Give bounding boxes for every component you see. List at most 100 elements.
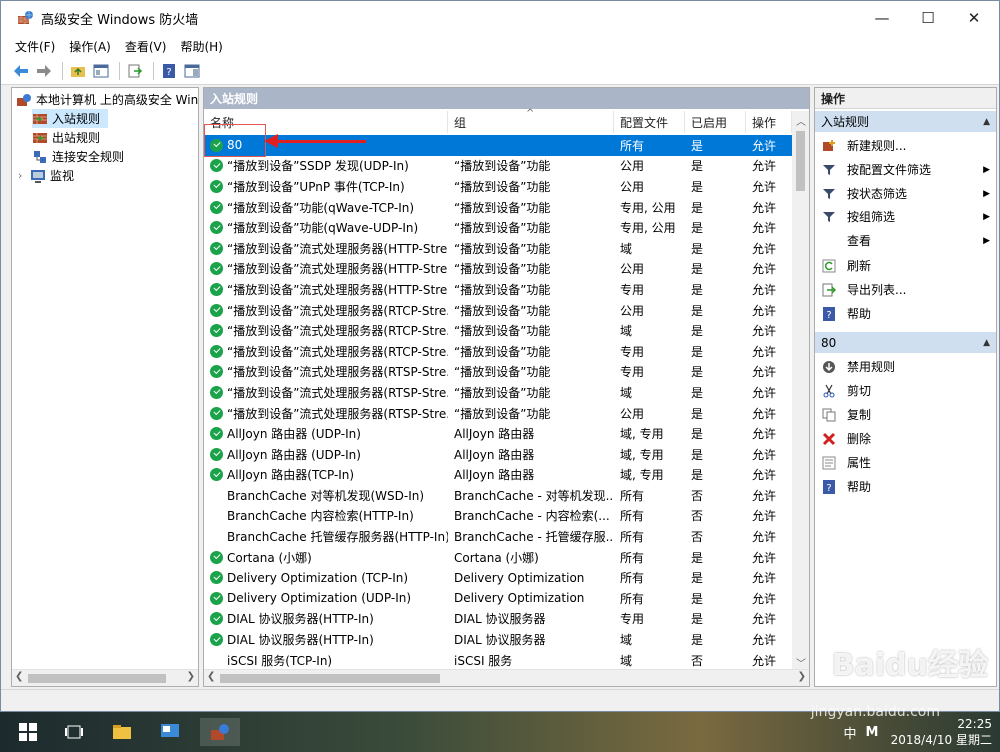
column-header-action[interactable]: 操作: [746, 111, 792, 133]
scroll-right-icon[interactable]: ❯: [798, 671, 806, 682]
up-folder-button[interactable]: [68, 61, 88, 81]
new-rule-action[interactable]: 新建规则...: [815, 134, 996, 157]
action-label: 查看: [847, 234, 872, 248]
rule-row[interactable]: DIAL 协议服务器(HTTP-In) DIAL 协议服务器 专用 是 允许: [204, 609, 792, 630]
export-list-action[interactable]: 导出列表...: [815, 278, 996, 301]
rule-row[interactable]: BranchCache 内容检索(HTTP-In) BranchCache - 内…: [204, 506, 792, 527]
list-vertical-scrollbar[interactable]: ︿ ﹀: [792, 111, 809, 671]
rule-row[interactable]: Delivery Optimization (UDP-In) Delivery O…: [204, 588, 792, 609]
filter-by-state-action[interactable]: 按状态筛选 ▶: [815, 182, 996, 205]
rule-row[interactable]: 80 所有是允许: [204, 135, 792, 156]
column-header-profile[interactable]: 配置文件: [614, 111, 685, 133]
action-label: 剪切: [847, 384, 872, 398]
help-action[interactable]: ? 帮助: [815, 475, 996, 498]
system-clock[interactable]: 22:25 2018/4/10 星期二: [891, 716, 992, 748]
rule-row[interactable]: “播放到设备”流式处理服务器(HTTP-Stre... “播放到设备”功能 域 是 允许: [204, 238, 792, 259]
expand-chevron-icon[interactable]: ›: [18, 169, 30, 182]
copy-action[interactable]: 复制: [815, 403, 996, 426]
scroll-up-icon[interactable]: ︿: [796, 113, 806, 128]
cell-group-text: “播放到设备”功能: [454, 344, 551, 359]
cut-action[interactable]: 剪切: [815, 379, 996, 402]
tree-item-connection-security-rules[interactable]: 连接安全规则: [32, 147, 172, 166]
scroll-down-icon[interactable]: ﹀: [796, 655, 806, 670]
scrollbar-thumb[interactable]: [796, 131, 805, 191]
menu-file[interactable]: 文件(F): [15, 38, 55, 55]
scrollbar-thumb[interactable]: [28, 674, 166, 683]
control-panel-icon: [161, 724, 179, 737]
title-bar[interactable]: 高级安全 Windows 防火墙 — ☐ ✕: [1, 1, 999, 35]
export-list-button[interactable]: [125, 61, 145, 81]
rule-row[interactable]: “播放到设备”SSDP 发现(UDP-In) “播放到设备”功能 公用 是 允许: [204, 156, 792, 177]
help-action[interactable]: ? 帮助: [815, 302, 996, 325]
rule-row[interactable]: “播放到设备”流式处理服务器(RTSP-Stre... “播放到设备”功能 专用 是 允…: [204, 362, 792, 383]
rule-row[interactable]: Delivery Optimization (TCP-In) Delivery O…: [204, 567, 792, 588]
cell-enabled: 否: [691, 506, 747, 527]
scroll-left-icon[interactable]: ❮: [207, 671, 215, 682]
scroll-left-icon[interactable]: ❮: [15, 671, 23, 682]
maximize-button[interactable]: ☐: [905, 1, 951, 35]
rule-row[interactable]: iSCSI 服务(TCP-In) iSCSI 服务 域 否 允许: [204, 650, 792, 671]
actions-section-selected-rule[interactable]: 80 ▲: [815, 332, 996, 353]
cell-action: 允许: [752, 403, 792, 424]
menu-action[interactable]: 操作(A): [69, 38, 111, 55]
minimize-button[interactable]: —: [859, 1, 905, 35]
rule-row[interactable]: “播放到设备”功能(qWave-UDP-In) “播放到设备”功能 专用, 公用是 允…: [204, 217, 792, 238]
start-button[interactable]: [14, 718, 42, 746]
rule-row[interactable]: “播放到设备”流式处理服务器(HTTP-Stre... “播放到设备”功能 公用 是 允…: [204, 259, 792, 280]
menu-view[interactable]: 查看(V): [125, 38, 167, 55]
tree-root-local-computer[interactable]: 本地计算机 上的高级安全 Windows: [16, 90, 198, 109]
menu-help[interactable]: 帮助(H): [180, 38, 222, 55]
language-indicator[interactable]: M: [858, 718, 886, 746]
collapse-caret-icon[interactable]: ▲: [983, 338, 990, 348]
collapse-caret-icon[interactable]: ▲: [983, 117, 990, 127]
tree-item-outbound-rules[interactable]: 出站规则: [32, 128, 132, 147]
column-header-enabled[interactable]: 已启用: [685, 111, 746, 133]
control-panel-button[interactable]: [156, 718, 184, 746]
forward-button[interactable]: [34, 61, 54, 81]
toolbar-separator: [119, 61, 120, 80]
filter-by-profile-action[interactable]: 按配置文件筛选 ▶: [815, 158, 996, 181]
filter-by-group-action[interactable]: 按组筛选 ▶: [815, 205, 996, 228]
close-button[interactable]: ✕: [951, 1, 997, 35]
disable-rule-action[interactable]: 禁用规则: [815, 355, 996, 378]
tree-horizontal-scrollbar[interactable]: ❮ ❯: [12, 669, 198, 686]
scrollbar-thumb[interactable]: [220, 674, 440, 683]
rule-row[interactable]: BranchCache 对等机发现(WSD-In) BranchCache - 对…: [204, 485, 792, 506]
rule-row[interactable]: “播放到设备”流式处理服务器(RTCP-Stre... “播放到设备”功能 公用 是 允…: [204, 300, 792, 321]
cell-name: “播放到设备”流式处理服务器(RTSP-Stre...: [210, 382, 448, 403]
rule-row[interactable]: “播放到设备”功能(qWave-TCP-In) “播放到设备”功能 专用, 公用是 允…: [204, 197, 792, 218]
rule-row[interactable]: AllJoyn 路由器 (UDP-In) AllJoyn 路由器 域, 专用 是 允许: [204, 444, 792, 465]
actions-section-inbound-rules[interactable]: 入站规则 ▲: [815, 111, 996, 132]
file-explorer-button[interactable]: [108, 718, 136, 746]
rule-row[interactable]: “播放到设备”流式处理服务器(RTSP-Stre... “播放到设备”功能 域 是 允许: [204, 382, 792, 403]
rule-row[interactable]: AllJoyn 路由器(TCP-In) AllJoyn 路由器 域, 专用 是 允许: [204, 465, 792, 486]
properties-action[interactable]: 属性: [815, 451, 996, 474]
back-button[interactable]: [11, 61, 31, 81]
refresh-action[interactable]: 刷新: [815, 254, 996, 277]
rule-row[interactable]: “播放到设备”UPnP 事件(TCP-In) “播放到设备”功能 公用 是 允许: [204, 176, 792, 197]
view-action[interactable]: 查看 ▶: [815, 229, 996, 252]
list-horizontal-scrollbar[interactable]: ❮ ❯: [204, 669, 809, 686]
show-action-pane-button[interactable]: [182, 61, 202, 81]
rule-row[interactable]: “播放到设备”流式处理服务器(HTTP-Stre... “播放到设备”功能 专用 是 允…: [204, 279, 792, 300]
enabled-check-icon: [210, 550, 223, 564]
rule-row[interactable]: DIAL 协议服务器(HTTP-In) DIAL 协议服务器 域 是 允许: [204, 629, 792, 650]
cell-name: AllJoyn 路由器 (UDP-In): [210, 423, 448, 444]
cell-name-text: “播放到设备”流式处理服务器(RTCP-Stre...: [227, 324, 448, 339]
delete-action[interactable]: 删除: [815, 427, 996, 450]
tree-item-monitoring[interactable]: › 监视: [18, 166, 118, 185]
rule-row[interactable]: “播放到设备”流式处理服务器(RTSP-Stre... “播放到设备”功能 公用 是 允…: [204, 403, 792, 424]
firewall-taskbar-button[interactable]: [200, 718, 240, 746]
rule-row[interactable]: “播放到设备”流式处理服务器(RTCP-Stre... “播放到设备”功能 域 是 允许: [204, 320, 792, 341]
help-button[interactable]: ?: [159, 61, 179, 81]
cell-action-text: 允许: [752, 447, 777, 462]
task-view-button[interactable]: [60, 718, 88, 746]
rule-row[interactable]: BranchCache 托管缓存服务器(HTTP-In) BranchCache …: [204, 526, 792, 547]
tree-root-label: 本地计算机 上的高级安全 Windows: [36, 93, 198, 107]
tree-item-inbound-rules[interactable]: 入站规则: [32, 109, 108, 128]
rule-row[interactable]: “播放到设备”流式处理服务器(RTCP-Stre... “播放到设备”功能 专用 是 允…: [204, 341, 792, 362]
rule-row[interactable]: AllJoyn 路由器 (UDP-In) AllJoyn 路由器 域, 专用 是 允许: [204, 423, 792, 444]
rule-row[interactable]: Cortana (小娜) Cortana (小娜) 所有 是 允许: [204, 547, 792, 568]
scroll-right-icon[interactable]: ❯: [187, 671, 195, 682]
show-hide-tree-button[interactable]: [91, 61, 111, 81]
